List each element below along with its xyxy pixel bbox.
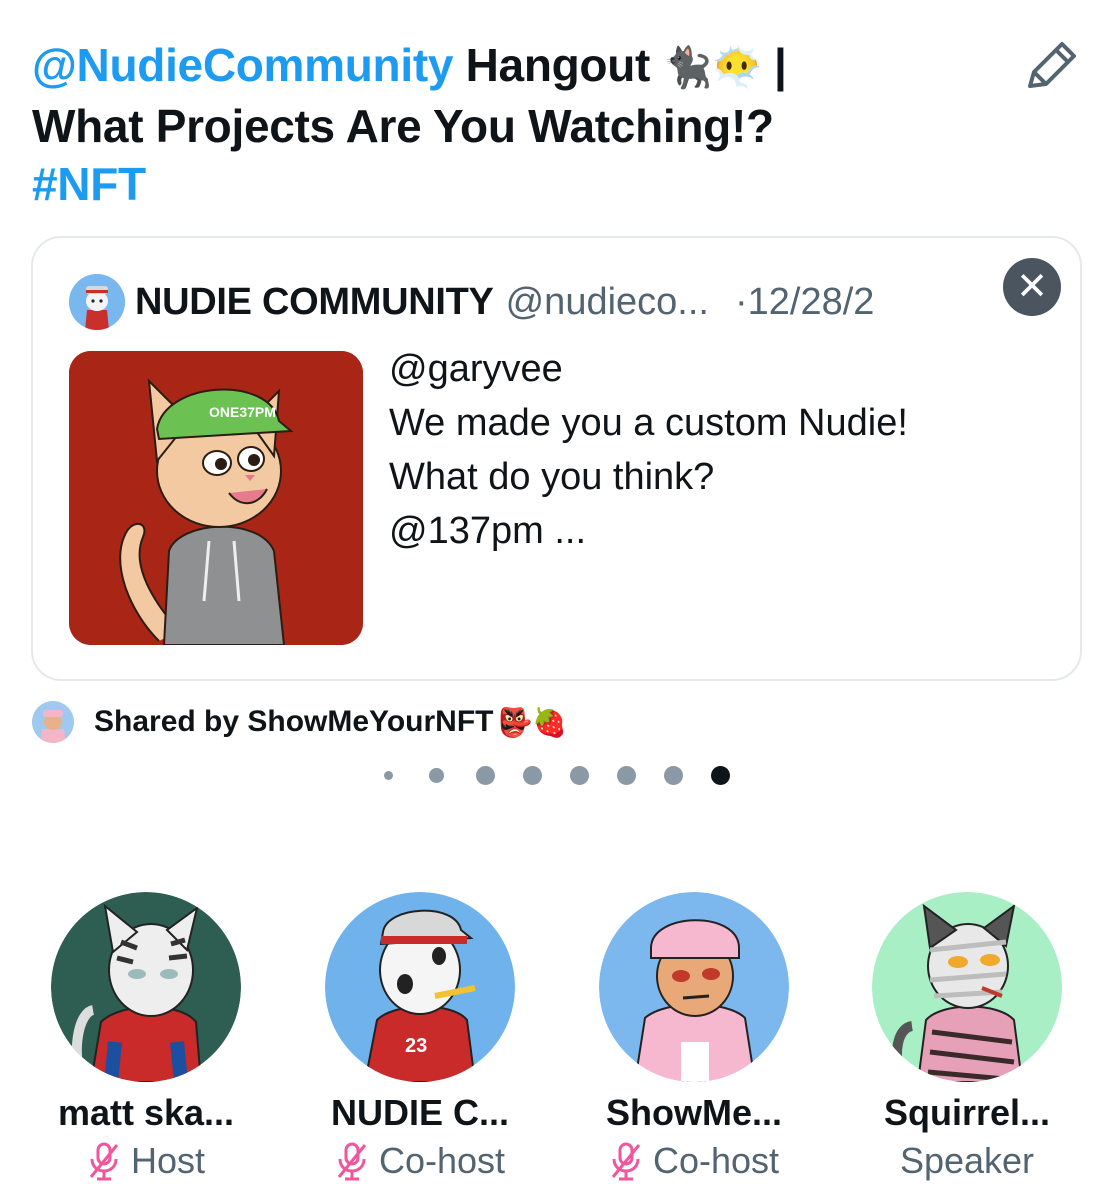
pagination-dot[interactable] [664,766,683,785]
shared-by-label: Shared by ShowMeYourNFT [94,705,494,738]
participant-role-label: Speaker [899,1140,1035,1181]
shared-by-emoji: 👺🍓 [497,705,568,739]
pagination-dot[interactable] [523,766,542,785]
tweet-text-line: What do you think? [389,456,715,498]
sharer-avatar [32,701,74,743]
title-line-2: What Projects Are You Watching!? [32,100,774,152]
svg-text:23: 23 [405,1035,427,1057]
pagination-dot-active[interactable] [711,766,730,785]
tweet-text-line: We made you a custom Nudie! [389,402,908,444]
tweet-date[interactable]: ·12/28/2 [735,281,874,324]
participant-card[interactable]: Squirrel... Speaker [842,892,1092,1182]
title-emoji: 🐈‍⬛😶‍🌫️ [662,45,762,91]
cap-text: ONE37PM [209,404,276,420]
tweet-text-line[interactable]: @garyvee [389,342,908,396]
participant-avatar [872,892,1062,1082]
pagination-dot[interactable] [617,766,636,785]
participant-card[interactable]: ShowMe... Co-host [569,892,819,1182]
tweet-text-line[interactable]: @137pm ... [389,504,908,558]
participant-avatar [599,892,789,1082]
participant-card[interactable]: matt ska... Host [21,892,271,1182]
mic-off-icon [89,1142,119,1181]
participant-role: Co-host [569,1140,819,1182]
shared-by-row[interactable]: Shared by ShowMeYourNFT 👺🍓 [32,700,567,744]
participant-name: ShowMe... [605,1092,782,1133]
title-hashtag[interactable]: #NFT [32,158,146,210]
close-button[interactable]: ✕ [1003,258,1061,316]
mic-off-icon [337,1142,367,1181]
edit-title-button[interactable] [1022,36,1082,96]
participant-avatar [51,892,241,1082]
participant-name: Squirrel... [883,1092,1051,1133]
pinned-tweet-card[interactable]: NUDIE COMMUNITY @nudieco... ·12/28/2 ✕ O… [31,236,1082,681]
title-mention[interactable]: @NudieCommunity [32,39,453,91]
title-text: Hangout [453,39,663,91]
pagination-dot[interactable] [476,766,495,785]
participant-role: Speaker [842,1140,1092,1182]
participant-role: Co-host [295,1140,545,1182]
tweet-text: @garyvee We made you a custom Nudie! Wha… [389,342,908,558]
participant-role-label: Co-host [378,1140,506,1181]
pagination-dot[interactable] [429,768,444,783]
pagination-dot[interactable] [384,771,393,780]
tweet-author-handle[interactable]: @nudieco... [506,281,709,324]
participant-name: NUDIE C... [330,1092,509,1133]
tweet-header: NUDIE COMMUNITY @nudieco... ·12/28/2 [69,274,874,330]
participant-card[interactable]: 23 NUDIE C... Co-host [295,892,545,1182]
participant-role-label: Co-host [652,1140,780,1181]
participant-role-label: Host [130,1140,206,1181]
pagination-dots [384,766,730,785]
title-separator: | [761,39,787,91]
tweet-media-image[interactable]: ONE37PM [69,351,363,645]
pagination-dot[interactable] [570,766,589,785]
mic-off-icon [611,1142,641,1181]
close-icon: ✕ [1016,266,1048,308]
participant-avatar: 23 [325,892,515,1082]
space-title: @NudieCommunity Hangout 🐈‍⬛😶‍🌫️ | What P… [32,36,992,213]
tweet-author-avatar[interactable] [69,274,125,330]
tweet-author-name[interactable]: NUDIE COMMUNITY [135,281,494,324]
participant-role: Host [21,1140,271,1182]
pencil-icon [1028,42,1076,88]
participant-name: matt ska... [57,1092,235,1133]
